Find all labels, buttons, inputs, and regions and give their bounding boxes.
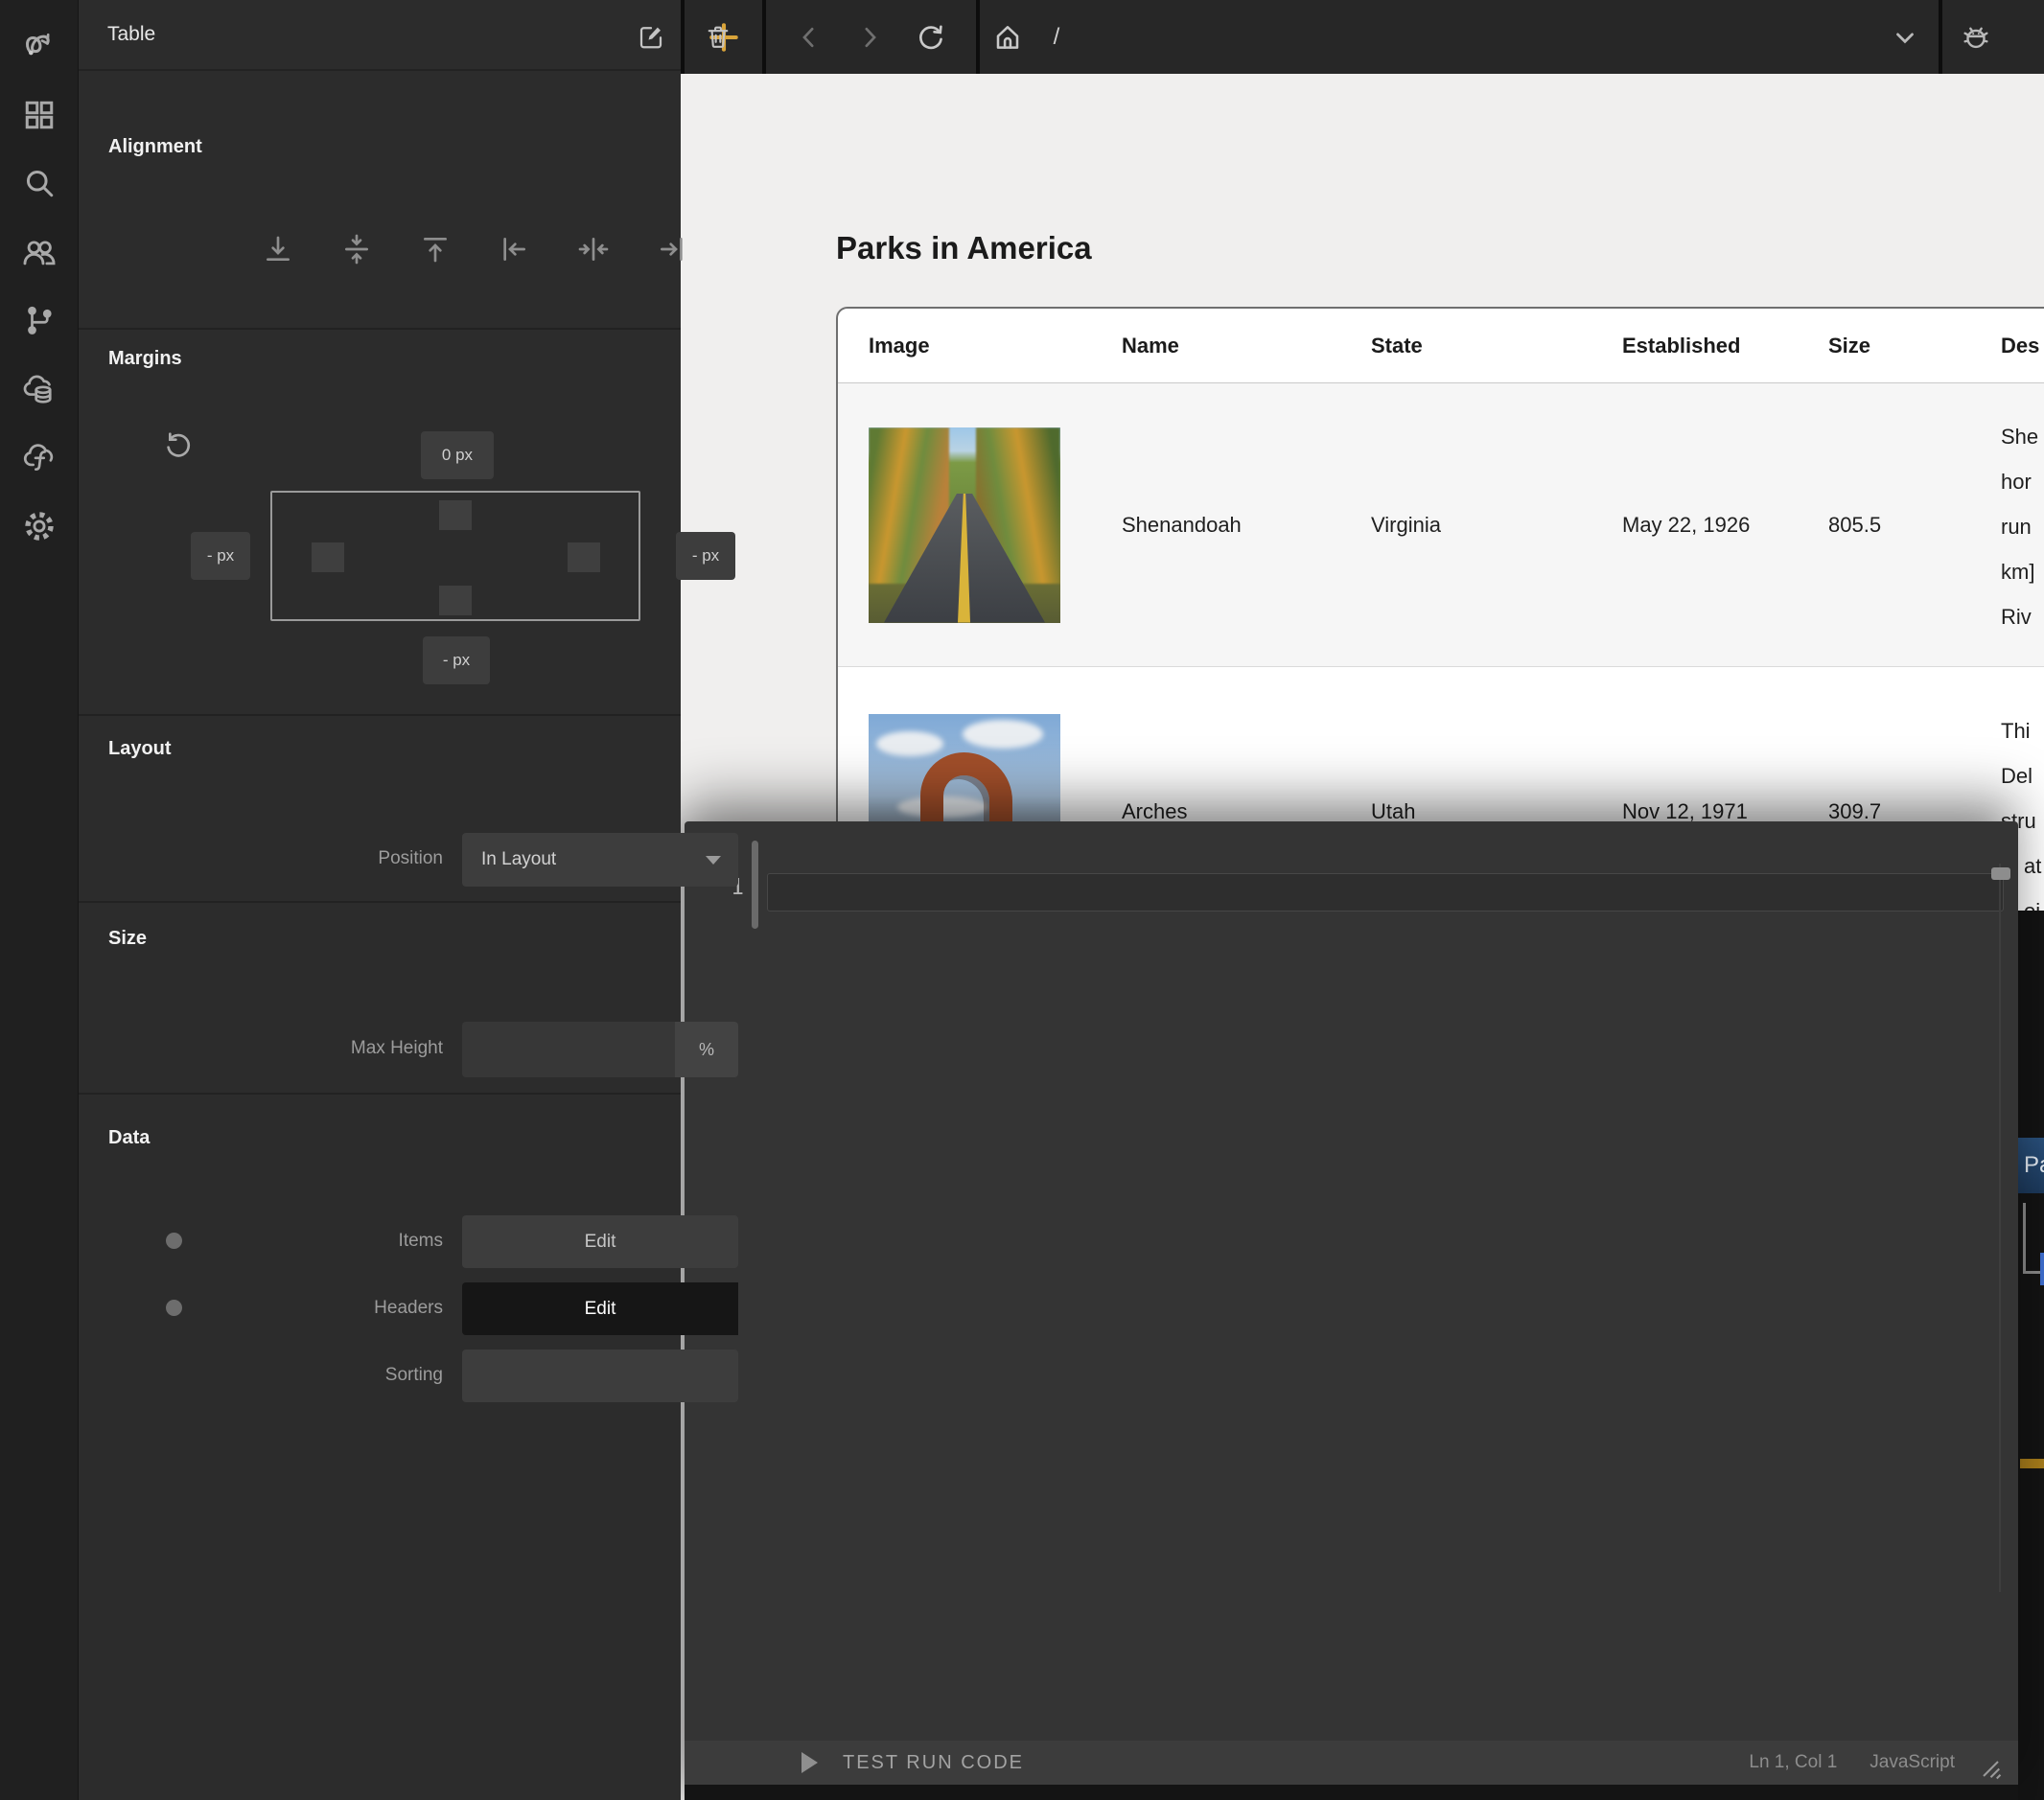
max-height-unit: % (675, 1022, 738, 1077)
panel-scrollbar-thumb[interactable] (752, 841, 758, 929)
debug-bug-icon[interactable] (1951, 12, 2001, 62)
toddle-logo-icon[interactable] (12, 18, 66, 72)
size-section-label: Size (108, 928, 147, 950)
properties-panel: Table Alignment (79, 0, 681, 1800)
margin-bottom-handle[interactable] (439, 586, 472, 615)
left-rail (0, 0, 79, 1800)
chevron-down-icon (706, 856, 721, 865)
reset-margins-icon[interactable] (163, 429, 194, 460)
align-bottom-icon[interactable] (255, 226, 301, 272)
toolbar-divider (762, 0, 766, 74)
column-header: Established (1622, 334, 1828, 358)
toolbar-divider (1939, 0, 1942, 74)
cursor-accent-fragment (2040, 1253, 2044, 1285)
editor-bottom-edge (685, 1785, 2018, 1800)
nav-forward-icon[interactable] (845, 12, 894, 62)
panel-header: Table (79, 0, 681, 71)
section-divider (79, 1093, 681, 1095)
delete-component-button[interactable] (700, 18, 736, 55)
functions-icon[interactable] (12, 430, 66, 484)
park-established: May 22, 1926 (1622, 502, 1752, 548)
margin-top-handle[interactable] (439, 500, 472, 530)
page-title: Parks in America (836, 230, 1092, 266)
column-header: Des (2001, 334, 2044, 358)
nav-back-icon[interactable] (784, 12, 834, 62)
park-description: She hor run km] Riv (2001, 383, 2044, 639)
dashboard-grid-icon[interactable] (12, 88, 66, 142)
reload-icon[interactable] (906, 12, 956, 62)
data-sources-icon[interactable] (12, 362, 66, 416)
search-icon[interactable] (12, 156, 66, 210)
background-editor-tab[interactable]: Pa (2018, 1138, 2044, 1193)
cursor-position: Ln 1, Col 1 (1749, 1752, 1837, 1773)
data-section-label: Data (108, 1127, 150, 1149)
home-icon[interactable] (983, 12, 1033, 62)
column-header: Size (1828, 334, 2001, 358)
layout-section-label: Layout (108, 738, 172, 760)
code-input-line[interactable] (767, 873, 2004, 912)
edit-component-button[interactable] (633, 18, 669, 55)
park-state: Virginia (1371, 513, 1622, 538)
park-photo-shenandoah (869, 427, 1060, 623)
position-label: Position (203, 848, 443, 869)
formula-code-editor: 1 TEST RUN CODE Ln 1, Col 1 JavaScript (685, 821, 2018, 1800)
margins-diagram (270, 491, 640, 621)
items-label: Items (203, 1231, 443, 1252)
position-value: In Layout (481, 849, 706, 870)
language-label[interactable]: JavaScript (1870, 1752, 1955, 1773)
items-edit-button[interactable]: Edit (462, 1215, 738, 1268)
json-bracket-fragment (2023, 1203, 2042, 1274)
editor-scrollbar-thumb[interactable] (1991, 867, 2010, 880)
users-icon[interactable] (12, 225, 66, 279)
settings-gear-icon[interactable] (12, 499, 66, 553)
sorting-edit-button[interactable] (462, 1350, 738, 1402)
editor-status-bar: TEST RUN CODE Ln 1, Col 1 JavaScript (685, 1741, 2018, 1785)
alignment-section-label: Alignment (108, 136, 202, 158)
preview-chevron-down-icon[interactable] (1880, 12, 1930, 62)
git-branch-icon[interactable] (12, 293, 66, 347)
align-top-icon[interactable] (412, 226, 458, 272)
park-name: Shenandoah (1122, 513, 1371, 538)
preview-toolbar: / (681, 0, 2044, 74)
align-center-vertical-icon[interactable] (334, 226, 380, 272)
play-icon[interactable] (801, 1752, 818, 1773)
section-divider (79, 328, 681, 330)
margin-left-input[interactable]: - px (191, 532, 250, 580)
max-height-input[interactable] (462, 1022, 675, 1077)
background-editor-strip: Pa (2018, 911, 2044, 1800)
component-title: Table (107, 23, 155, 46)
max-height-label: Max Height (203, 1038, 443, 1059)
page-path[interactable]: / (1032, 12, 1081, 62)
section-divider (79, 714, 681, 716)
test-run-code-button[interactable]: TEST RUN CODE (843, 1752, 1024, 1774)
sorting-label: Sorting (203, 1365, 443, 1386)
align-left-icon[interactable] (491, 226, 537, 272)
column-header: Name (1122, 334, 1371, 358)
editor-scrollbar-track (1999, 864, 2001, 1592)
highlight-bar-fragment (2020, 1459, 2044, 1468)
items-binding-dot (166, 1233, 182, 1249)
align-center-horizontal-icon[interactable] (570, 226, 616, 272)
table-header-row: Image Name State Established Size Des (838, 309, 2044, 383)
toolbar-divider (976, 0, 980, 74)
align-right-icon[interactable] (649, 226, 695, 272)
column-header: State (1371, 334, 1622, 358)
position-dropdown[interactable]: In Layout (462, 833, 738, 887)
headers-binding-dot (166, 1300, 182, 1316)
margins-section-label: Margins (108, 348, 182, 370)
margin-right-input[interactable]: - px (676, 532, 735, 580)
margin-right-handle[interactable] (568, 542, 600, 572)
column-header: Image (869, 334, 1122, 358)
margin-bottom-input[interactable]: - px (423, 636, 490, 684)
park-size: 805.5 (1828, 513, 2001, 538)
table-row: Shenandoah Virginia May 22, 1926 805.5 S… (838, 383, 2044, 667)
margin-left-handle[interactable] (312, 542, 344, 572)
section-divider (79, 901, 681, 903)
resize-grip-icon[interactable] (1974, 1752, 2003, 1781)
headers-label: Headers (203, 1298, 443, 1319)
margin-top-input[interactable]: 0 px (421, 431, 494, 479)
